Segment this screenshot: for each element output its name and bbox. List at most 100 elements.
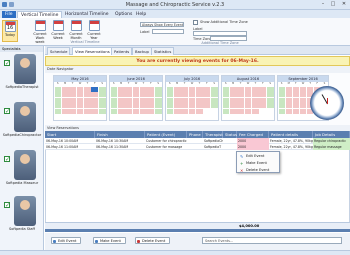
column-finish[interactable]: Finish	[95, 131, 145, 138]
calendar-day[interactable]	[266, 97, 274, 103]
menu-item-edit-event[interactable]: ✎ Edit Event	[238, 153, 279, 159]
column-patient-details[interactable]: Patient details	[269, 131, 313, 138]
calendar-day[interactable]	[259, 86, 267, 92]
calendar-day[interactable]	[251, 86, 259, 92]
calendar-day[interactable]	[154, 86, 162, 92]
calendar-day[interactable]	[125, 92, 133, 97]
column-fee[interactable]: Fee Charged	[237, 131, 269, 138]
tab-schedule[interactable]: Schedule	[47, 47, 71, 55]
month-calendar[interactable]: May 2016 S M T W T F S	[53, 75, 107, 121]
calendar-day[interactable]	[299, 86, 307, 92]
calendar-day[interactable]	[83, 97, 91, 103]
calendar-day[interactable]	[154, 103, 162, 108]
calendar-day[interactable]	[181, 103, 189, 108]
calendar-day[interactable]	[61, 103, 69, 108]
tab-horizontal-timeline[interactable]: Horizontal Timeline	[62, 11, 112, 18]
menu-item-make-event[interactable]: + Make Event	[238, 160, 279, 166]
calendar-day[interactable]	[203, 108, 211, 114]
calendar-day[interactable]	[166, 86, 174, 92]
calendar-day[interactable]	[237, 97, 245, 103]
calendar-day[interactable]	[259, 103, 267, 108]
calendar-day[interactable]	[259, 108, 267, 114]
calendar-day[interactable]	[244, 103, 252, 108]
calendar-day[interactable]	[132, 97, 140, 103]
calendar-day[interactable]	[203, 92, 211, 97]
tab-statistics[interactable]: Statistics	[151, 47, 175, 55]
close-button[interactable]: ✕	[339, 1, 349, 8]
edit-event-button[interactable]: Edit Event	[51, 237, 82, 244]
month-calendar[interactable]: August 2016 S M T W T F S	[221, 75, 275, 121]
calendar-day[interactable]	[292, 108, 300, 114]
maximize-button[interactable]: □	[328, 1, 338, 8]
calendar-day[interactable]	[181, 92, 189, 97]
calendar-day[interactable]	[195, 86, 203, 92]
calendar-day[interactable]	[222, 92, 230, 97]
calendar-day[interactable]	[299, 92, 307, 97]
calendar-day[interactable]	[222, 86, 230, 92]
calendar-day[interactable]	[91, 92, 99, 97]
calendar-day[interactable]	[154, 108, 162, 114]
calendar-day[interactable]	[285, 97, 293, 103]
column-therapist[interactable]: Therapist	[203, 131, 223, 138]
calendar-day[interactable]	[54, 108, 62, 114]
calendar-day[interactable]	[61, 97, 69, 103]
calendar-day[interactable]	[132, 103, 140, 108]
specialist-therapist[interactable]: ✓ SoftpediaTherapist	[2, 54, 42, 94]
event-display-dropdown[interactable]: Always Show Every Event	[140, 22, 184, 27]
calendar-day[interactable]	[229, 103, 237, 108]
calendar-day[interactable]	[278, 97, 286, 103]
calendar-day[interactable]	[278, 108, 286, 114]
column-phone[interactable]: Phone	[187, 131, 203, 138]
calendar-day[interactable]	[244, 86, 252, 92]
calendar-day[interactable]	[147, 97, 155, 103]
calendar-day[interactable]	[147, 108, 155, 114]
calendar-day[interactable]	[139, 103, 147, 108]
calendar-day[interactable]	[181, 108, 189, 114]
calendar-day[interactable]	[61, 92, 69, 97]
calendar-day[interactable]	[299, 103, 307, 108]
search-input[interactable]: Search Events...	[202, 237, 342, 244]
menu-item-delete-event[interactable]: ✕ Delete Event	[238, 167, 279, 173]
table-row[interactable]: 06-May-16 11:00AM 06-May-16 11:30AM Cust…	[45, 144, 350, 150]
calendar-day[interactable]	[110, 103, 118, 108]
calendar-day[interactable]	[91, 97, 99, 103]
calendar-day[interactable]	[229, 108, 237, 114]
tab-options[interactable]: Options	[112, 11, 135, 18]
specialist-chiropractor[interactable]: ✓ SoftpediaChiropractor	[2, 102, 42, 142]
calendar-day[interactable]	[292, 103, 300, 108]
calendar-day[interactable]	[139, 86, 147, 92]
calendar-day[interactable]	[117, 97, 125, 103]
calendar-day[interactable]	[91, 86, 99, 92]
check-icon[interactable]: ✓	[4, 202, 10, 209]
calendar-day[interactable]	[266, 86, 274, 92]
calendar-day[interactable]	[132, 108, 140, 114]
calendar-day[interactable]	[69, 103, 77, 108]
calendar-day[interactable]	[285, 86, 293, 92]
calendar-day[interactable]	[69, 92, 77, 97]
calendar-day[interactable]	[222, 97, 230, 103]
calendar-day[interactable]	[76, 97, 84, 103]
calendar-day[interactable]	[188, 103, 196, 108]
calendar-day[interactable]	[299, 108, 307, 114]
calendar-day[interactable]	[285, 103, 293, 108]
calendar-day[interactable]	[251, 92, 259, 97]
calendar-day[interactable]	[210, 97, 218, 103]
calendar-day[interactable]	[210, 92, 218, 97]
calendar-day[interactable]	[117, 86, 125, 92]
calendar-day[interactable]	[98, 103, 106, 108]
calendar-day[interactable]	[83, 86, 91, 92]
calendar-day[interactable]	[229, 92, 237, 97]
calendar-day[interactable]	[203, 103, 211, 108]
calendar-day[interactable]	[278, 86, 286, 92]
calendar-day[interactable]	[91, 103, 99, 108]
calendar-day[interactable]	[203, 97, 211, 103]
calendar-day[interactable]	[125, 86, 133, 92]
calendar-day[interactable]	[266, 108, 274, 114]
calendar-day[interactable]	[98, 92, 106, 97]
calendar-day[interactable]	[195, 92, 203, 97]
calendar-day[interactable]	[147, 92, 155, 97]
calendar-day[interactable]	[244, 108, 252, 114]
calendar-day[interactable]	[139, 108, 147, 114]
calendar-day[interactable]	[306, 86, 314, 92]
calendar-day[interactable]	[110, 108, 118, 114]
